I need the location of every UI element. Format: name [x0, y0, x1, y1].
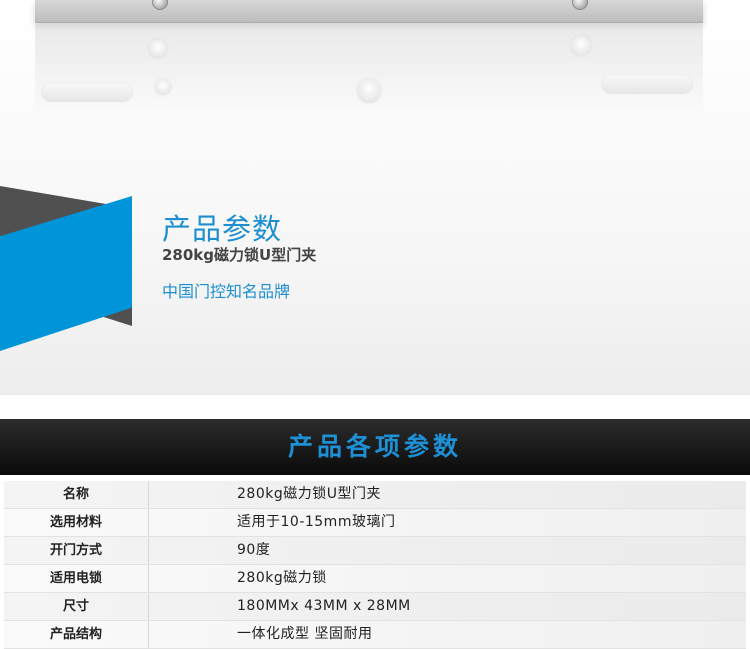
table-row: 名称 280kg磁力锁U型门夹: [4, 481, 746, 509]
table-row: 开门方式 90度: [4, 537, 746, 565]
hero-subtitle: 280kg磁力锁U型门夹: [162, 246, 317, 264]
section-header-bar: 产品各项参数: [0, 419, 750, 475]
bracket-image: [35, 0, 703, 23]
table-row: 尺寸 180MMx 43MM x 28MM: [4, 593, 746, 621]
hero-brand-slogan: 中国门控知名品牌: [162, 282, 291, 301]
param-label: 开门方式: [4, 537, 149, 564]
param-label: 名称: [4, 481, 149, 508]
table-row: 适用电锁 280kg磁力锁: [4, 565, 746, 593]
reflection-hole: [155, 79, 171, 95]
param-label: 选用材料: [4, 509, 149, 536]
reflection-hole: [149, 40, 167, 58]
product-photo-area: 产品参数 280kg磁力锁U型门夹 中国门控知名品牌: [0, 0, 750, 395]
param-label: 产品结构: [4, 621, 149, 648]
table-row: 选用材料 适用于10-15mm玻璃门: [4, 509, 746, 537]
screw-icon: [152, 0, 168, 10]
section-title: 产品各项参数: [287, 432, 462, 461]
param-value: 280kg磁力锁: [237, 570, 327, 586]
reflection-hole: [357, 79, 381, 103]
parameter-table: 名称 280kg磁力锁U型门夹 选用材料 适用于10-15mm玻璃门 开门方式 …: [4, 481, 746, 649]
hero-title: 产品参数: [162, 212, 283, 246]
param-label: 适用电锁: [4, 565, 149, 592]
reflection-slot: [41, 82, 133, 102]
table-row: 产品结构 一体化成型 坚固耐用: [4, 621, 746, 649]
param-value: 适用于10-15mm玻璃门: [237, 514, 396, 530]
param-value: 一体化成型 坚固耐用: [237, 626, 373, 642]
param-value: 90度: [237, 542, 271, 558]
bracket-reflection: [35, 24, 703, 120]
param-value: 280kg磁力锁U型门夹: [237, 486, 381, 502]
reflection-hole: [571, 36, 591, 56]
screw-icon: [572, 0, 588, 10]
reflection-slot: [601, 74, 693, 94]
param-label: 尺寸: [4, 593, 149, 620]
param-value: 180MMx 43MM x 28MM: [237, 598, 411, 614]
